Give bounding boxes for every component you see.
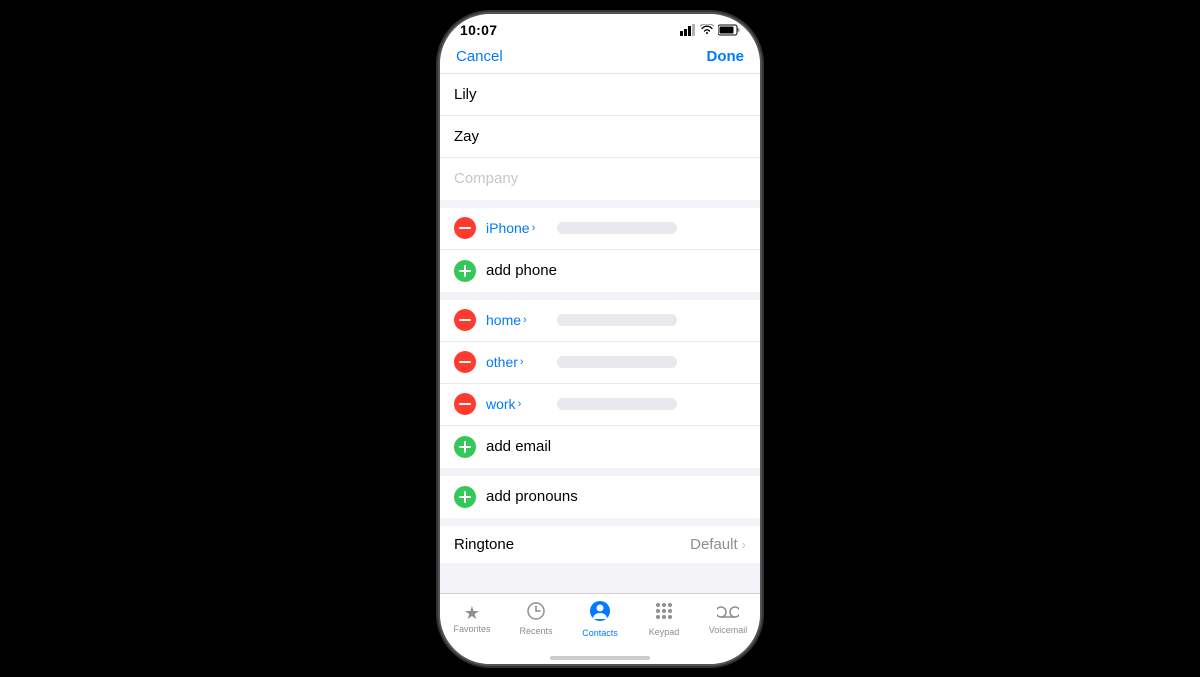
email-home-chevron: › [523,314,527,326]
email-work-value-bar [557,398,677,410]
phone-row-iphone: iPhone › [440,208,760,250]
tab-voicemail-label: Voicemail [709,625,748,635]
remove-email-work-button[interactable] [454,393,476,415]
signal-icon [680,24,696,36]
cancel-button[interactable]: Cancel [456,48,503,65]
add-email-row[interactable]: add email [440,426,760,468]
phone-frame: 10:07 Cancel [440,14,760,664]
add-email-label: add email [486,438,551,455]
ringtone-row[interactable]: Ringtone Default › [440,526,760,563]
remove-phone-button[interactable] [454,217,476,239]
tab-keypad[interactable]: Keypad [639,601,689,637]
add-phone-button[interactable] [454,260,476,282]
email-work-chevron: › [518,398,522,410]
nav-bar: Cancel Done [440,42,760,74]
name-section [440,74,760,200]
tab-keypad-label: Keypad [649,627,680,637]
add-pronouns-button[interactable] [454,486,476,508]
email-label-work[interactable]: work › [486,396,551,412]
battery-icon [718,24,740,36]
last-name-input[interactable] [454,128,746,145]
email-section: home › other › work › [440,300,760,468]
status-time: 10:07 [460,22,497,38]
first-name-input[interactable] [454,86,746,103]
ringtone-label: Ringtone [454,536,514,553]
remove-email-other-button[interactable] [454,351,476,373]
ringtone-value: Default [690,536,738,553]
home-indicator [440,652,760,664]
ringtone-right: Default › [690,536,746,553]
email-row-home: home › [440,300,760,342]
content-area: iPhone › add phone home › [440,74,760,593]
tab-contacts[interactable]: Contacts [575,600,625,638]
last-name-row [440,116,760,158]
tab-contacts-label: Contacts [582,628,618,638]
phone-value-bar [557,222,677,234]
email-label-other[interactable]: other › [486,354,551,370]
tab-voicemail[interactable]: Voicemail [703,603,753,635]
tab-favorites[interactable]: ★ Favorites [447,604,497,634]
wifi-icon [700,24,714,35]
tab-favorites-label: Favorites [453,624,490,634]
email-other-chevron: › [520,356,524,368]
email-label-home[interactable]: home › [486,312,551,328]
company-row [440,158,760,200]
keypad-icon [654,601,674,625]
pronouns-section: add pronouns [440,476,760,518]
home-bar [550,656,650,660]
email-home-value-bar [557,314,677,326]
ringtone-chevron: › [742,537,746,552]
email-other-value-bar [557,356,677,368]
status-bar: 10:07 [440,14,760,42]
favorites-icon: ★ [464,604,480,622]
add-pronouns-row[interactable]: add pronouns [440,476,760,518]
company-input[interactable] [454,170,746,187]
phone-label-iphone[interactable]: iPhone › [486,220,551,236]
tab-bar: ★ Favorites Recents Contacts [440,593,760,652]
tab-recents[interactable]: Recents [511,601,561,636]
tab-recents-label: Recents [519,626,552,636]
add-phone-row[interactable]: add phone [440,250,760,292]
add-pronouns-label: add pronouns [486,488,578,505]
first-name-row [440,74,760,116]
email-row-work: work › [440,384,760,426]
email-row-other: other › [440,342,760,384]
recents-icon [526,601,546,624]
add-phone-label: add phone [486,262,557,279]
add-email-button[interactable] [454,436,476,458]
done-button[interactable]: Done [707,48,745,65]
status-icons [680,24,740,36]
voicemail-icon [717,603,739,623]
phone-label-chevron: › [532,222,536,234]
phone-section: iPhone › add phone [440,208,760,292]
remove-email-home-button[interactable] [454,309,476,331]
contacts-icon [589,600,611,626]
ringtone-section: Ringtone Default › [440,526,760,563]
